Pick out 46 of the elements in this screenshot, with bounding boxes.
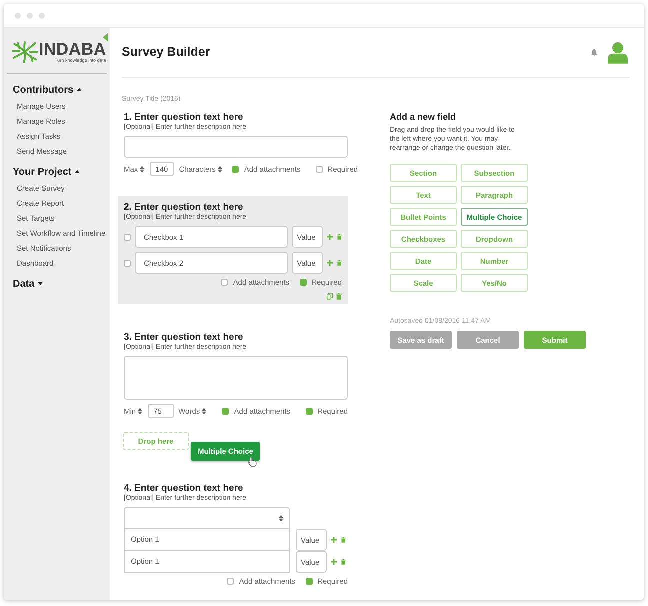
- delete-icon[interactable]: [337, 260, 342, 266]
- copy-icon[interactable]: [327, 293, 333, 300]
- up-down-arrows-icon: [202, 408, 207, 414]
- up-down-arrows-icon: [218, 166, 222, 172]
- checkbox[interactable]: [306, 408, 313, 414]
- checkbox[interactable]: [300, 279, 307, 286]
- add-field-title: Add a new field: [390, 112, 458, 122]
- checkbox[interactable]: [222, 408, 230, 414]
- delete-icon[interactable]: [336, 293, 342, 300]
- checkbox[interactable]: [306, 578, 313, 585]
- checkbox[interactable]: [227, 578, 234, 585]
- caret-up-icon[interactable]: [74, 170, 80, 174]
- add-icon[interactable]: [331, 537, 337, 543]
- add-icon[interactable]: [327, 234, 334, 240]
- up-down-arrows-icon: [138, 408, 143, 414]
- checkbox[interactable]: [124, 260, 131, 266]
- answer-field[interactable]: [124, 136, 348, 158]
- delete-icon[interactable]: [341, 559, 346, 565]
- question-title: 4. Enter question text here: [124, 483, 244, 494]
- nav-section-header[interactable]: Contributors: [13, 83, 82, 97]
- page-title: Survey Builder: [122, 44, 210, 58]
- question-title: 2. Enter question text here: [124, 202, 244, 213]
- question-title: 1. Enter question text here: [124, 112, 244, 123]
- caret-up-icon[interactable]: [76, 88, 82, 92]
- nav-section-header[interactable]: Data: [13, 277, 43, 291]
- dropdown-select[interactable]: [124, 507, 290, 529]
- collapse-icon[interactable]: [103, 33, 108, 42]
- delete-icon[interactable]: [337, 234, 342, 240]
- user-avatar-icon[interactable]: [608, 42, 628, 64]
- add-icon[interactable]: [327, 260, 334, 266]
- checkbox[interactable]: [221, 279, 228, 286]
- up-down-arrows-icon: [278, 514, 283, 522]
- question-title: 3. Enter question text here: [124, 332, 244, 343]
- caret-down-icon[interactable]: [38, 282, 43, 286]
- checkbox[interactable]: [232, 166, 240, 172]
- delete-icon[interactable]: [341, 537, 346, 543]
- answer-field[interactable]: [124, 356, 348, 400]
- nav-section-header[interactable]: Your Project: [13, 165, 80, 179]
- logo-icon: [12, 40, 38, 64]
- up-down-arrows-icon: [140, 166, 145, 172]
- checkbox[interactable]: [316, 166, 323, 172]
- logo-wordmark: INDABA: [39, 41, 106, 58]
- add-icon[interactable]: [331, 559, 337, 565]
- checkbox[interactable]: [124, 234, 131, 240]
- notification-bell-icon[interactable]: [591, 48, 598, 56]
- hand-cursor-icon: [248, 457, 257, 467]
